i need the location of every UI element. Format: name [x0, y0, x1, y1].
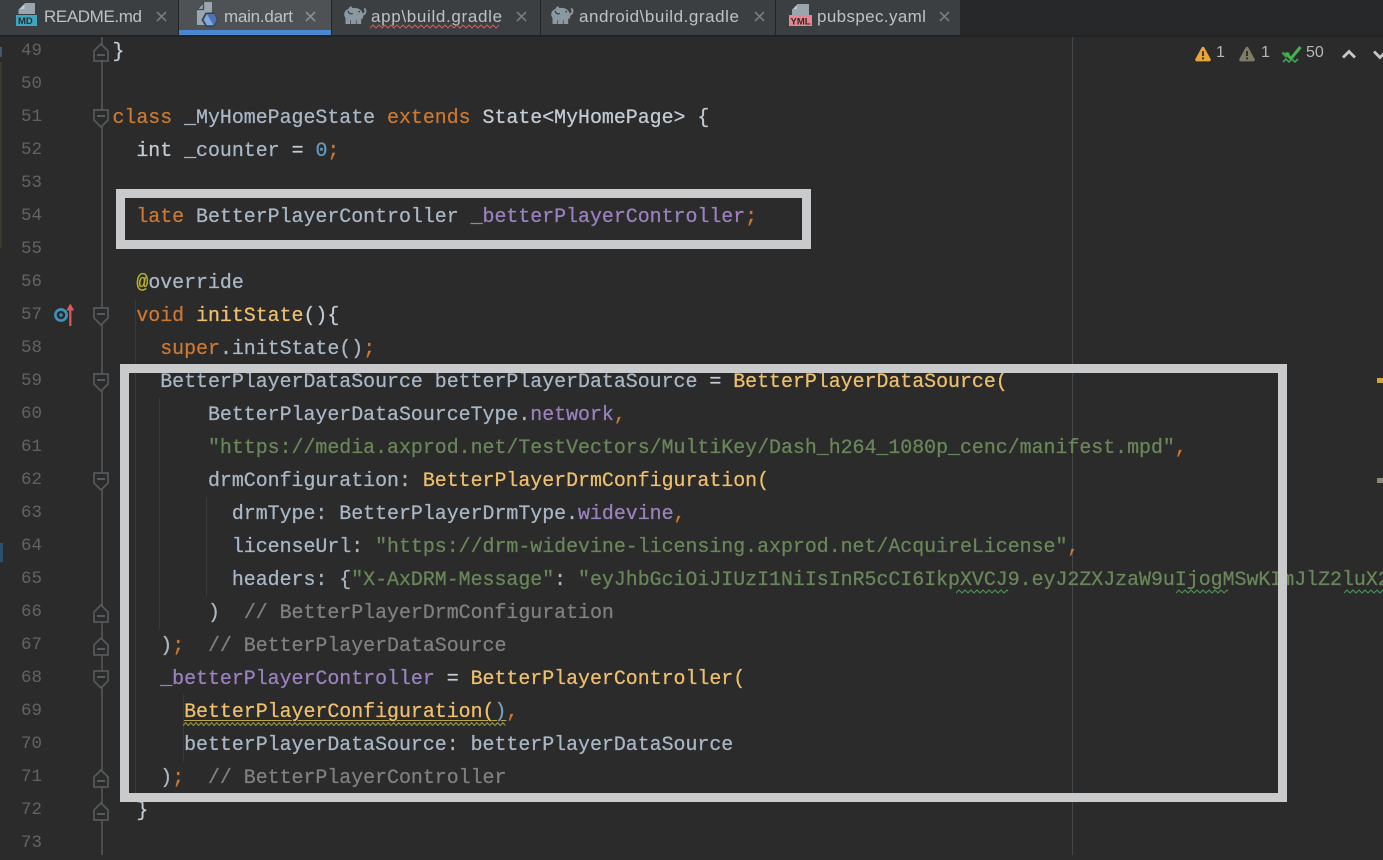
svg-text:MD: MD: [18, 16, 33, 27]
svg-text:YML: YML: [791, 17, 811, 28]
